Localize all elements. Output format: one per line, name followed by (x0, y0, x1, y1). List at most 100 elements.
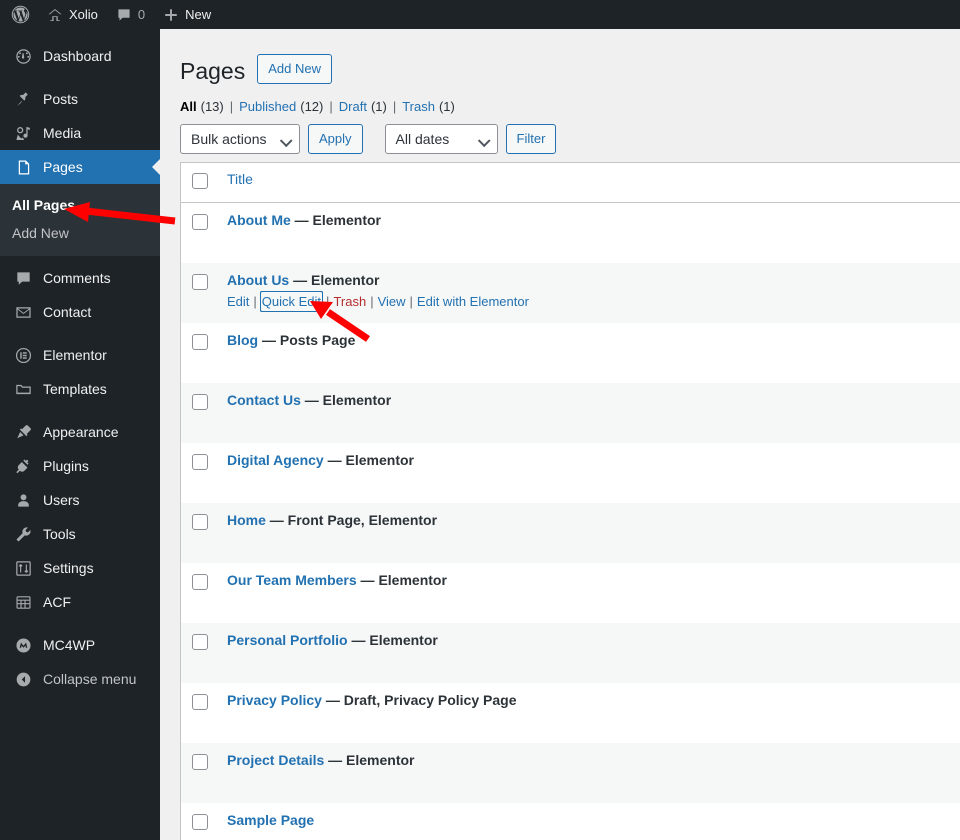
elementor-icon (12, 345, 34, 365)
row-select-cell (181, 503, 219, 530)
status-link-trash-label[interactable]: Trash (402, 99, 435, 114)
row-action-view[interactable]: View (378, 292, 406, 312)
add-new-button[interactable]: Add New (257, 54, 332, 85)
sidebar-label-users: Users (43, 492, 80, 508)
row-title-cell: Blog — Posts Page (219, 323, 960, 357)
date-filter-select[interactable]: All dates (384, 123, 498, 154)
row-select-checkbox[interactable] (192, 273, 208, 290)
row-meta-label: — Elementor (356, 571, 447, 588)
sidebar-label-comments: Comments (43, 270, 111, 286)
menu-separator (0, 329, 160, 338)
new-content-menu[interactable]: New (154, 0, 220, 29)
sidebar-item-plugins[interactable]: Plugins (0, 449, 160, 483)
new-content-label: New (185, 7, 212, 22)
status-count-draft: (1) (370, 98, 387, 114)
dashboard-icon (12, 46, 34, 66)
row-action-quick-edit[interactable]: Quick Edit (259, 290, 324, 313)
row-meta-label: — Posts Page (258, 331, 356, 348)
sidebar-item-tools[interactable]: Tools (0, 517, 160, 551)
menu-separator (0, 619, 160, 628)
sidebar-item-mc4wp[interactable]: MC4WP (0, 628, 160, 662)
row-title-link[interactable]: About Us (227, 272, 289, 288)
column-header-title: Title (219, 163, 960, 195)
page-icon (12, 157, 34, 177)
status-link-published-label[interactable]: Published (239, 99, 296, 114)
sidebar-item-settings[interactable]: Settings (0, 551, 160, 585)
wordpress-logo-icon (11, 5, 30, 24)
paintbrush-icon (12, 422, 34, 442)
wordpress-logo-menu[interactable] (0, 0, 38, 29)
column-header-title-link[interactable]: Title (227, 171, 253, 187)
sidebar-item-dashboard[interactable]: Dashboard (0, 39, 160, 73)
bulk-actions-select[interactable]: Bulk actions (180, 123, 300, 154)
row-select-cell (181, 443, 219, 470)
row-title-link[interactable]: Personal Portfolio (227, 632, 348, 648)
apply-button[interactable]: Apply (308, 123, 363, 154)
status-link-draft-label[interactable]: Draft (339, 99, 367, 114)
sidebar-item-add-new-page[interactable]: Add New (0, 219, 160, 247)
sidebar-item-posts[interactable]: Posts (0, 82, 160, 116)
row-title-link[interactable]: Project Details (227, 752, 324, 768)
sidebar-item-acf[interactable]: ACF (0, 585, 160, 619)
row-select-checkbox[interactable] (192, 513, 208, 530)
row-select-checkbox[interactable] (192, 753, 208, 770)
row-title-link[interactable]: About Me (227, 212, 291, 228)
row-action-separator: | (409, 293, 413, 309)
row-action-edit-elementor[interactable]: Edit with Elementor (417, 292, 529, 312)
site-name-menu[interactable]: Xolio (38, 0, 107, 29)
row-title-link[interactable]: Digital Agency (227, 452, 324, 468)
folder-icon (12, 379, 34, 399)
row-select-cell (181, 563, 219, 590)
sidebar-item-contact[interactable]: Contact (0, 295, 160, 329)
row-select-checkbox[interactable] (192, 813, 208, 830)
row-action-trash[interactable]: Trash (333, 292, 366, 312)
row-title-link[interactable]: Blog (227, 332, 258, 348)
envelope-icon (12, 302, 34, 322)
row-meta-label: — Elementor (324, 751, 415, 768)
row-select-checkbox[interactable] (192, 213, 208, 230)
row-action-edit[interactable]: Edit (227, 292, 249, 312)
row-select-checkbox[interactable] (192, 393, 208, 410)
table-row: Contact Us — Elementor (181, 382, 960, 443)
admin-sidebar-menu: Dashboard Posts Media Pages All Pages Ad… (0, 29, 160, 840)
sidebar-label-plugins: Plugins (43, 458, 89, 474)
table-row: Our Team Members — Elementor (181, 563, 960, 623)
row-select-checkbox[interactable] (192, 333, 208, 350)
sidebar-label-templates: Templates (43, 381, 107, 397)
sidebar-item-all-pages[interactable]: All Pages (0, 191, 160, 219)
sidebar-item-appearance[interactable]: Appearance (0, 415, 160, 449)
select-all-checkbox[interactable] (192, 172, 208, 189)
sidebar-item-collapse-menu[interactable]: Collapse menu (0, 662, 160, 696)
row-select-checkbox[interactable] (192, 453, 208, 470)
row-title-cell: Our Team Members — Elementor (219, 563, 960, 597)
row-select-checkbox[interactable] (192, 633, 208, 650)
sidebar-item-elementor[interactable]: Elementor (0, 338, 160, 372)
row-meta-label: — Elementor (290, 211, 382, 228)
row-select-checkbox[interactable] (192, 693, 208, 710)
bulk-actions-value: Bulk actions (191, 130, 267, 147)
status-link-all-label[interactable]: All (180, 99, 197, 114)
row-select-cell (181, 623, 219, 650)
table-row: Home — Front Page, Elementor (181, 502, 960, 563)
row-title-link[interactable]: Our Team Members (227, 572, 357, 588)
site-name-label: Xolio (69, 7, 98, 22)
select-all-cell (181, 163, 219, 189)
row-title-link[interactable]: Contact Us (227, 392, 301, 408)
row-title-link[interactable]: Sample Page (227, 812, 314, 828)
plus-icon (163, 7, 179, 23)
sidebar-item-templates[interactable]: Templates (0, 372, 160, 406)
comments-menu[interactable]: 0 (107, 0, 154, 29)
row-select-cell (181, 263, 219, 290)
sidebar-item-users[interactable]: Users (0, 483, 160, 517)
row-title-link[interactable]: Home (227, 512, 266, 528)
sidebar-item-pages[interactable]: Pages (0, 150, 160, 184)
row-select-checkbox[interactable] (192, 573, 208, 590)
sidebar-label-posts: Posts (43, 91, 79, 107)
status-divider: | (329, 98, 333, 114)
row-title-link[interactable]: Privacy Policy (227, 692, 322, 708)
filter-button[interactable]: Filter (505, 123, 557, 154)
row-title-cell: Contact Us — Elementor (219, 383, 960, 417)
sidebar-item-comments[interactable]: Comments (0, 261, 160, 295)
table-body: About Me — Elementor About Us — Elementor… (181, 203, 960, 840)
sidebar-item-media[interactable]: Media (0, 116, 160, 150)
